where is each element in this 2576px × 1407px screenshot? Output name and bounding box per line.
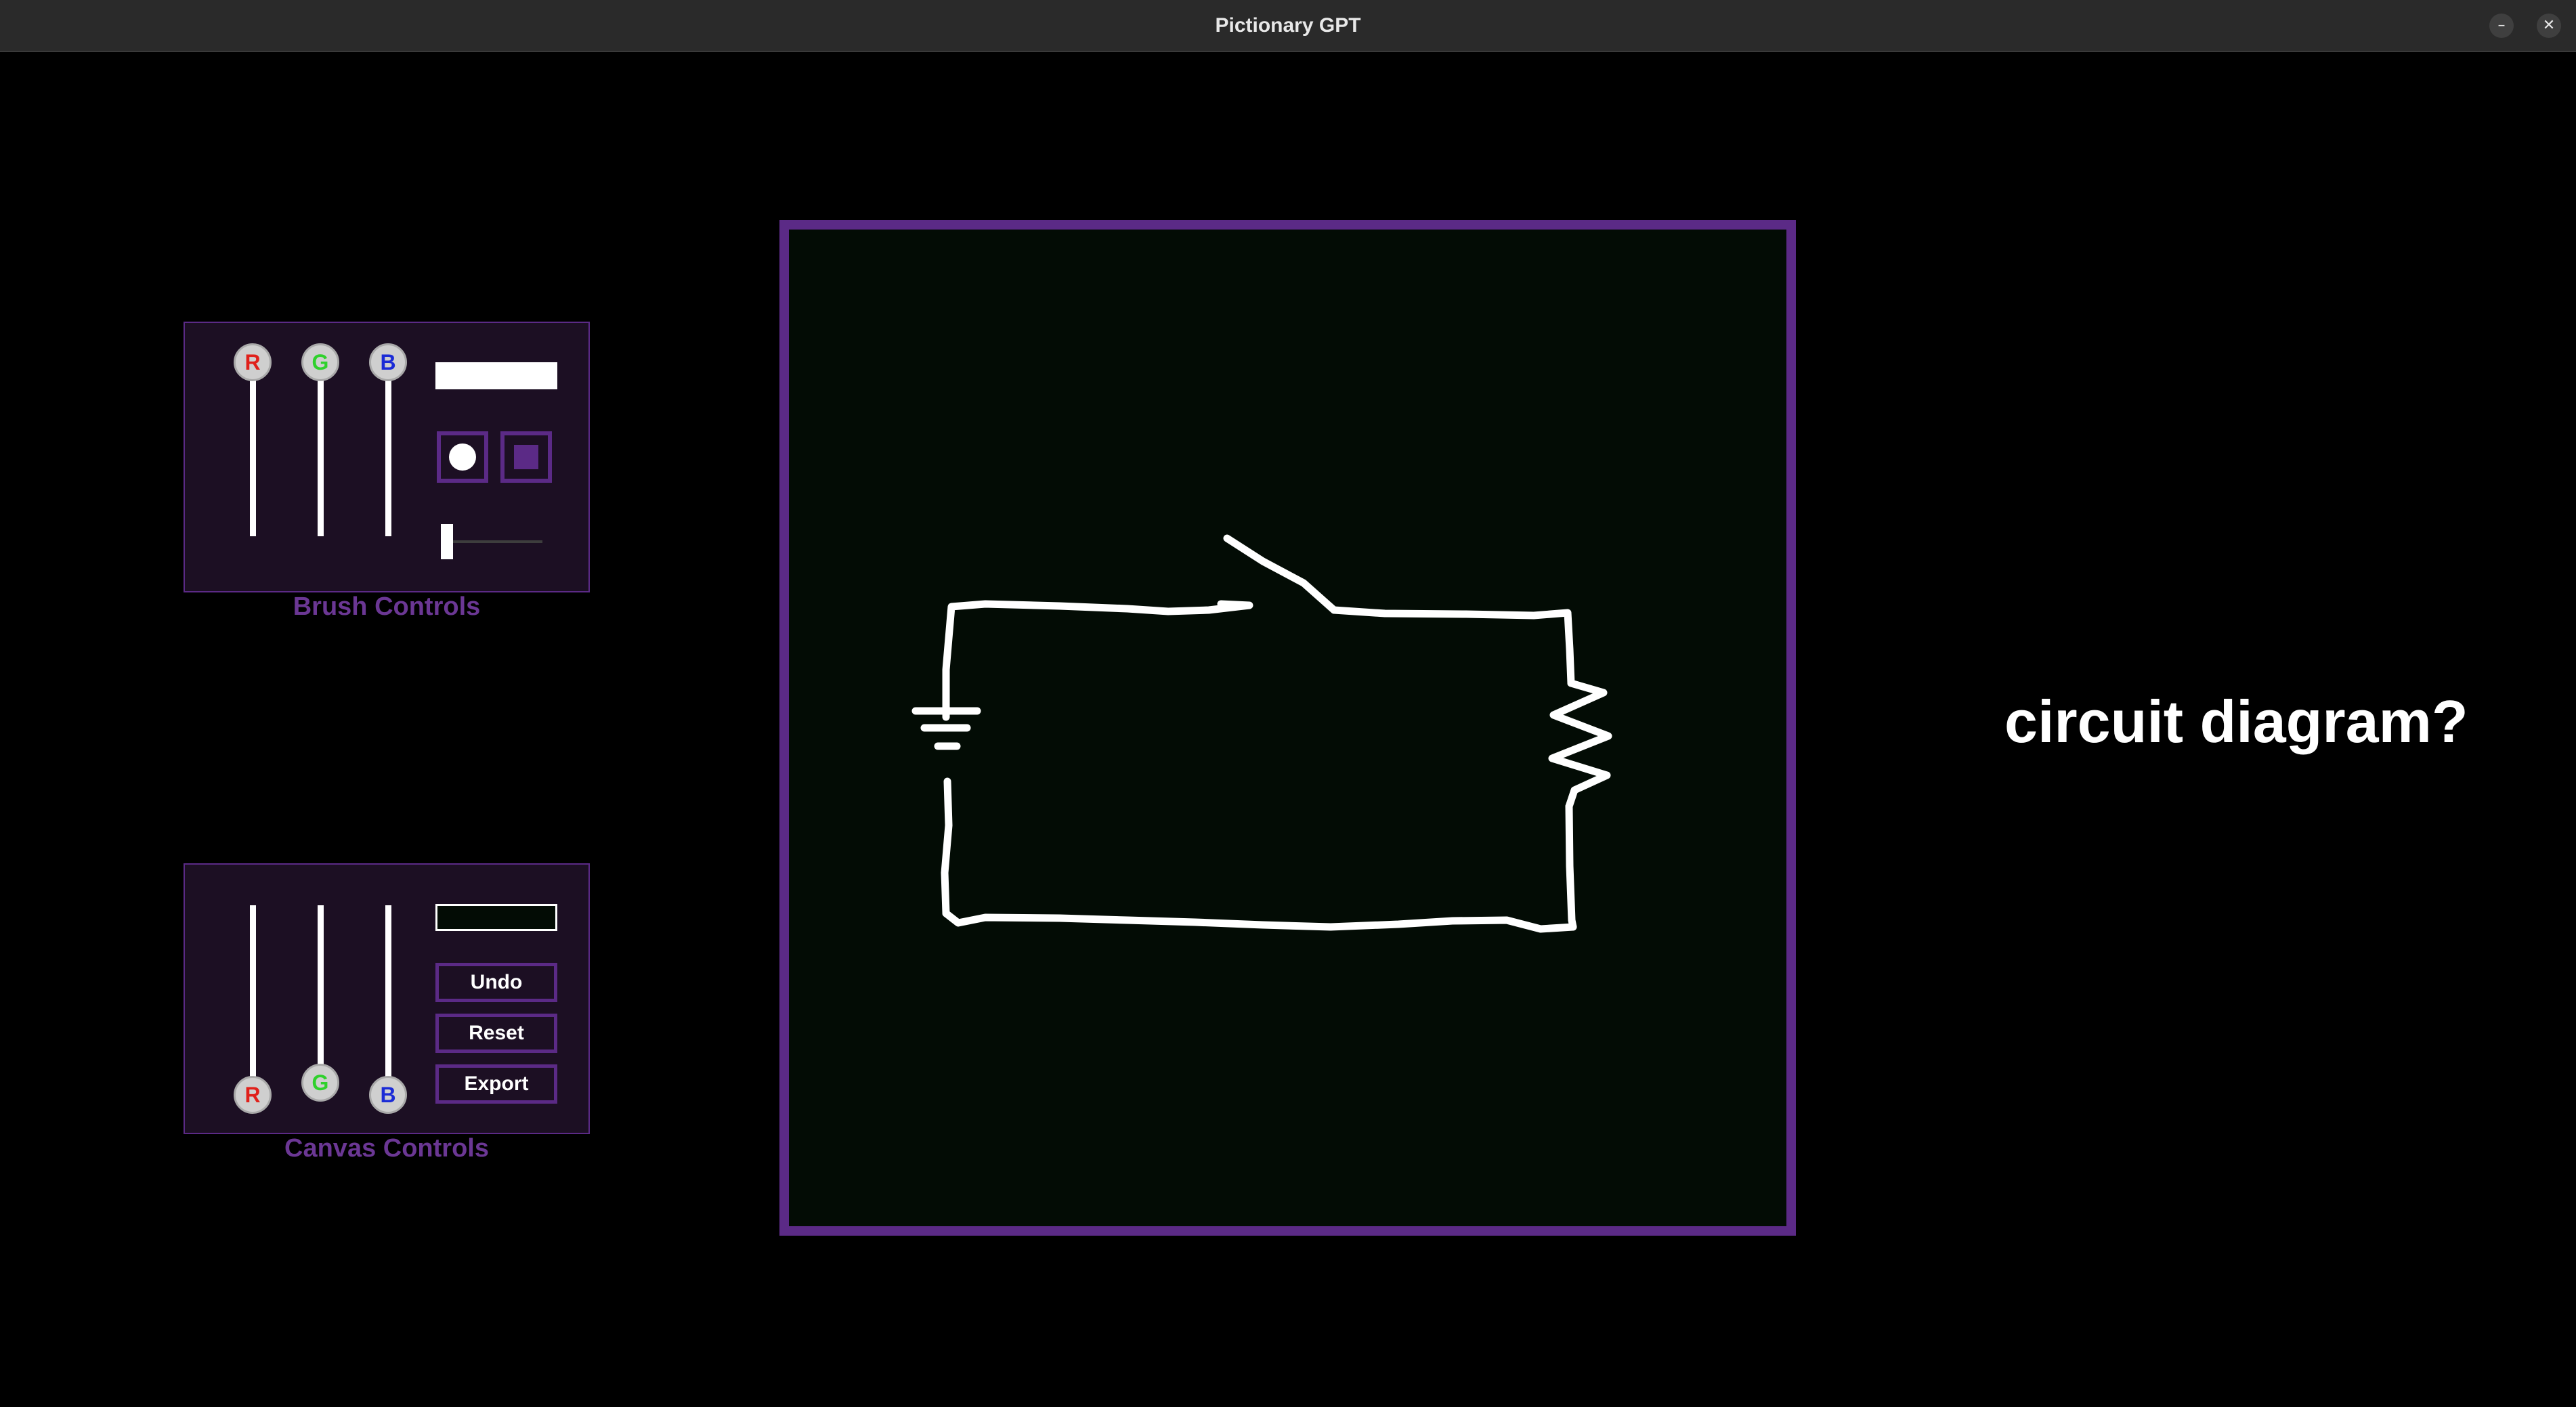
brush-red-slider-knob[interactable]: R (234, 343, 272, 381)
brush-size-slider-handle[interactable] (441, 524, 453, 559)
brush-blue-slider-knob[interactable]: B (369, 343, 407, 381)
canvas-blue-slider-track[interactable] (385, 905, 391, 1078)
reset-button[interactable]: Reset (435, 1014, 557, 1053)
wire-left-lower (941, 777, 953, 917)
wire-top-left (942, 600, 1253, 721)
brush-controls-label: Brush Controls (293, 592, 481, 621)
brush-shape-square-button[interactable] (500, 431, 552, 483)
resistor (1548, 679, 1612, 810)
brush-color-preview (435, 362, 557, 389)
wire-top-right (1330, 606, 1575, 687)
switch-lever (1223, 534, 1338, 614)
brush-blue-slider-track[interactable] (385, 364, 391, 536)
brush-shape-circle-button[interactable] (437, 431, 488, 483)
brush-controls-panel: R G B (184, 322, 590, 592)
close-button[interactable]: ✕ (2537, 14, 2561, 38)
minimize-button[interactable]: – (2489, 14, 2514, 38)
brush-red-slider-track[interactable] (250, 364, 256, 536)
window-title: Pictionary GPT (1215, 14, 1361, 37)
canvas-green-slider-knob[interactable]: G (301, 1064, 339, 1102)
canvas-controls-panel: R G B Undo Reset Export (184, 863, 590, 1134)
sketch-drawing (911, 534, 1612, 933)
export-button[interactable]: Export (435, 1064, 557, 1104)
guess-text: circuit diagram? (2004, 688, 2468, 755)
wire-right (1565, 802, 1577, 931)
brush-size-slider-track[interactable] (441, 540, 542, 543)
square-icon (514, 445, 538, 469)
canvas-color-preview (435, 904, 557, 931)
undo-button[interactable]: Undo (435, 963, 557, 1002)
brush-green-slider-knob[interactable]: G (301, 343, 339, 381)
canvas-controls-label: Canvas Controls (284, 1134, 489, 1163)
drawing-canvas[interactable] (779, 220, 1796, 1236)
title-bar: Pictionary GPT – ✕ (0, 0, 2576, 52)
canvas-green-slider-track[interactable] (318, 905, 324, 1078)
wire-bottom (942, 909, 1577, 933)
brush-green-slider-track[interactable] (318, 364, 324, 536)
canvas-red-slider-track[interactable] (250, 905, 256, 1078)
canvas-red-slider-knob[interactable]: R (234, 1076, 272, 1114)
app-window: Pictionary GPT – ✕ R G B Brush Controls … (0, 0, 2576, 1407)
circle-icon (449, 443, 476, 471)
canvas-blue-slider-knob[interactable]: B (369, 1076, 407, 1114)
